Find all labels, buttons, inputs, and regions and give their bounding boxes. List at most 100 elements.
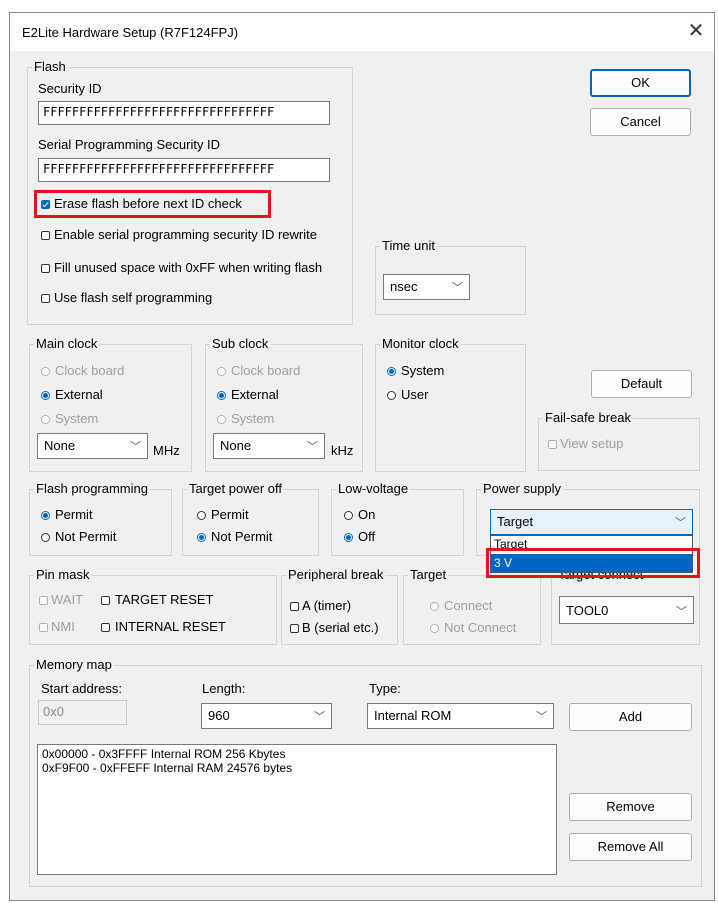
main-external-radio[interactable] <box>41 391 50 400</box>
pin-mask-group: Pin mask <box>29 567 277 645</box>
monitor-user-radio[interactable] <box>387 391 396 400</box>
power-supply-highlight <box>486 548 700 578</box>
memory-map-entry[interactable]: 0x00000 - 0x3FFFF Internal ROM 256 Kbyte… <box>42 747 552 761</box>
low-voltage-off-radio[interactable] <box>344 533 353 542</box>
type-value: Internal ROM <box>374 708 452 723</box>
length-value: 960 <box>208 708 230 723</box>
hardware-setup-dialog: E2Lite Hardware Setup (R7F124FPJ) ✕ Flas… <box>9 12 715 901</box>
target-reset-checkbox[interactable] <box>101 596 110 605</box>
pin-mask-label: Pin mask <box>34 567 92 582</box>
time-unit-value: nsec <box>390 279 418 294</box>
sub-system-radio[interactable] <box>217 415 226 424</box>
flash-group-label: Flash <box>32 59 68 74</box>
power-off-not-permit-label: Not Permit <box>211 529 273 544</box>
power-supply-select[interactable]: Target ﹀ <box>490 509 693 535</box>
sub-clock-board-radio[interactable] <box>217 367 226 376</box>
chevron-down-icon: ﹀ <box>314 711 325 723</box>
main-clock-board-radio[interactable] <box>41 367 50 376</box>
remove-all-button[interactable]: Remove All <box>569 833 692 861</box>
nmi-checkbox[interactable] <box>39 623 48 632</box>
sub-system-label: System <box>231 411 275 426</box>
chevron-down-icon: ﹀ <box>676 606 687 618</box>
main-clock-value: None <box>44 438 76 453</box>
enable-serial-rewrite-checkbox[interactable] <box>41 231 50 240</box>
view-setup-label: View setup <box>560 436 624 451</box>
serial-security-id-label: Serial Programming Security ID <box>38 137 221 152</box>
security-id-label: Security ID <box>38 81 102 96</box>
wait-label: WAIT <box>51 592 84 607</box>
main-system-radio[interactable] <box>41 415 50 424</box>
main-clock-select[interactable]: None ﹀ <box>37 433 148 459</box>
sub-clock-value: None <box>220 438 252 453</box>
chevron-down-icon: ﹀ <box>130 441 141 453</box>
window-title: E2Lite Hardware Setup (R7F124FPJ) <box>22 25 239 40</box>
low-voltage-on-radio[interactable] <box>344 511 353 520</box>
monitor-user-label: User <box>401 387 429 402</box>
self-programming-checkbox[interactable] <box>41 294 50 303</box>
default-button[interactable]: Default <box>591 370 692 398</box>
flash-permit-label: Permit <box>55 507 93 522</box>
nmi-label: NMI <box>51 619 75 634</box>
type-select[interactable]: Internal ROM ﹀ <box>367 703 554 729</box>
remove-button[interactable]: Remove <box>569 793 692 821</box>
target-not-connect-label: Not Connect <box>444 620 517 635</box>
security-id-input[interactable]: FFFFFFFFFFFFFFFFFFFFFFFFFFFFFFFF <box>38 101 330 125</box>
cancel-button[interactable]: Cancel <box>590 108 691 136</box>
main-clock-label: Main clock <box>34 336 100 351</box>
memory-map-entry[interactable]: 0xF9F00 - 0xFFEFF Internal RAM 24576 byt… <box>42 761 552 775</box>
length-select[interactable]: 960 ﹀ <box>201 703 332 729</box>
length-label: Length: <box>202 681 246 696</box>
view-setup-checkbox[interactable] <box>548 440 557 449</box>
wait-checkbox[interactable] <box>39 596 48 605</box>
chevron-down-icon: ﹀ <box>452 282 463 294</box>
internal-reset-checkbox[interactable] <box>101 623 110 632</box>
power-off-not-permit-radio[interactable] <box>197 533 206 542</box>
start-address-input[interactable]: 0x0 <box>38 700 127 725</box>
low-voltage-label: Low-voltage <box>336 481 411 496</box>
power-off-permit-radio[interactable] <box>197 511 206 520</box>
sub-clock-select[interactable]: None ﹀ <box>213 433 325 459</box>
break-b-label: B (serial etc.) <box>302 620 379 635</box>
ok-button[interactable]: OK <box>590 69 691 97</box>
target-label: Target <box>408 567 449 582</box>
power-supply-value: Target <box>497 514 534 529</box>
monitor-system-radio[interactable] <box>387 367 396 376</box>
monitor-clock-group: Monitor clock <box>375 336 526 472</box>
close-icon[interactable]: ✕ <box>684 19 708 43</box>
sub-clock-unit: kHz <box>331 443 354 458</box>
target-connect-value: TOOL0 <box>566 603 609 618</box>
low-voltage-on-label: On <box>358 507 376 522</box>
internal-reset-label: INTERNAL RESET <box>115 619 226 634</box>
flash-not-permit-radio[interactable] <box>41 533 50 542</box>
target-connect-select[interactable]: TOOL0 ﹀ <box>559 596 694 624</box>
chevron-down-icon: ﹀ <box>675 517 686 529</box>
time-unit-select[interactable]: nsec ﹀ <box>383 274 470 300</box>
main-external-label: External <box>55 387 103 402</box>
flash-not-permit-label: Not Permit <box>55 529 117 544</box>
break-a-checkbox[interactable] <box>290 602 299 611</box>
add-button[interactable]: Add <box>569 703 692 731</box>
sub-external-label: External <box>231 387 279 402</box>
peripheral-break-label: Peripheral break <box>286 567 386 582</box>
main-system-label: System <box>55 411 99 426</box>
target-not-connect-radio[interactable] <box>430 624 439 633</box>
low-voltage-group: Low-voltage <box>331 481 464 556</box>
chevron-down-icon: ﹀ <box>307 441 318 453</box>
break-b-checkbox[interactable] <box>290 624 299 633</box>
main-clock-board-label: Clock board <box>55 363 125 378</box>
memory-map-list[interactable]: 0x00000 - 0x3FFFF Internal ROM 256 Kbyte… <box>37 744 557 875</box>
target-connect-radio[interactable] <box>430 602 439 611</box>
erase-flash-highlight <box>34 190 271 218</box>
low-voltage-off-label: Off <box>358 529 376 544</box>
main-clock-unit: MHz <box>153 443 180 458</box>
title-bar: E2Lite Hardware Setup (R7F124FPJ) ✕ <box>10 13 714 51</box>
fill-unused-checkbox[interactable] <box>41 264 50 273</box>
monitor-clock-label: Monitor clock <box>380 336 461 351</box>
flash-permit-radio[interactable] <box>41 511 50 520</box>
sub-external-radio[interactable] <box>217 391 226 400</box>
flash-programming-label: Flash programming <box>34 481 150 496</box>
power-supply-label: Power supply <box>481 481 564 496</box>
serial-security-id-input[interactable]: FFFFFFFFFFFFFFFFFFFFFFFFFFFFFFFF <box>38 158 330 182</box>
memory-map-label: Memory map <box>34 657 114 672</box>
enable-serial-rewrite-label: Enable serial programming security ID re… <box>54 227 317 242</box>
